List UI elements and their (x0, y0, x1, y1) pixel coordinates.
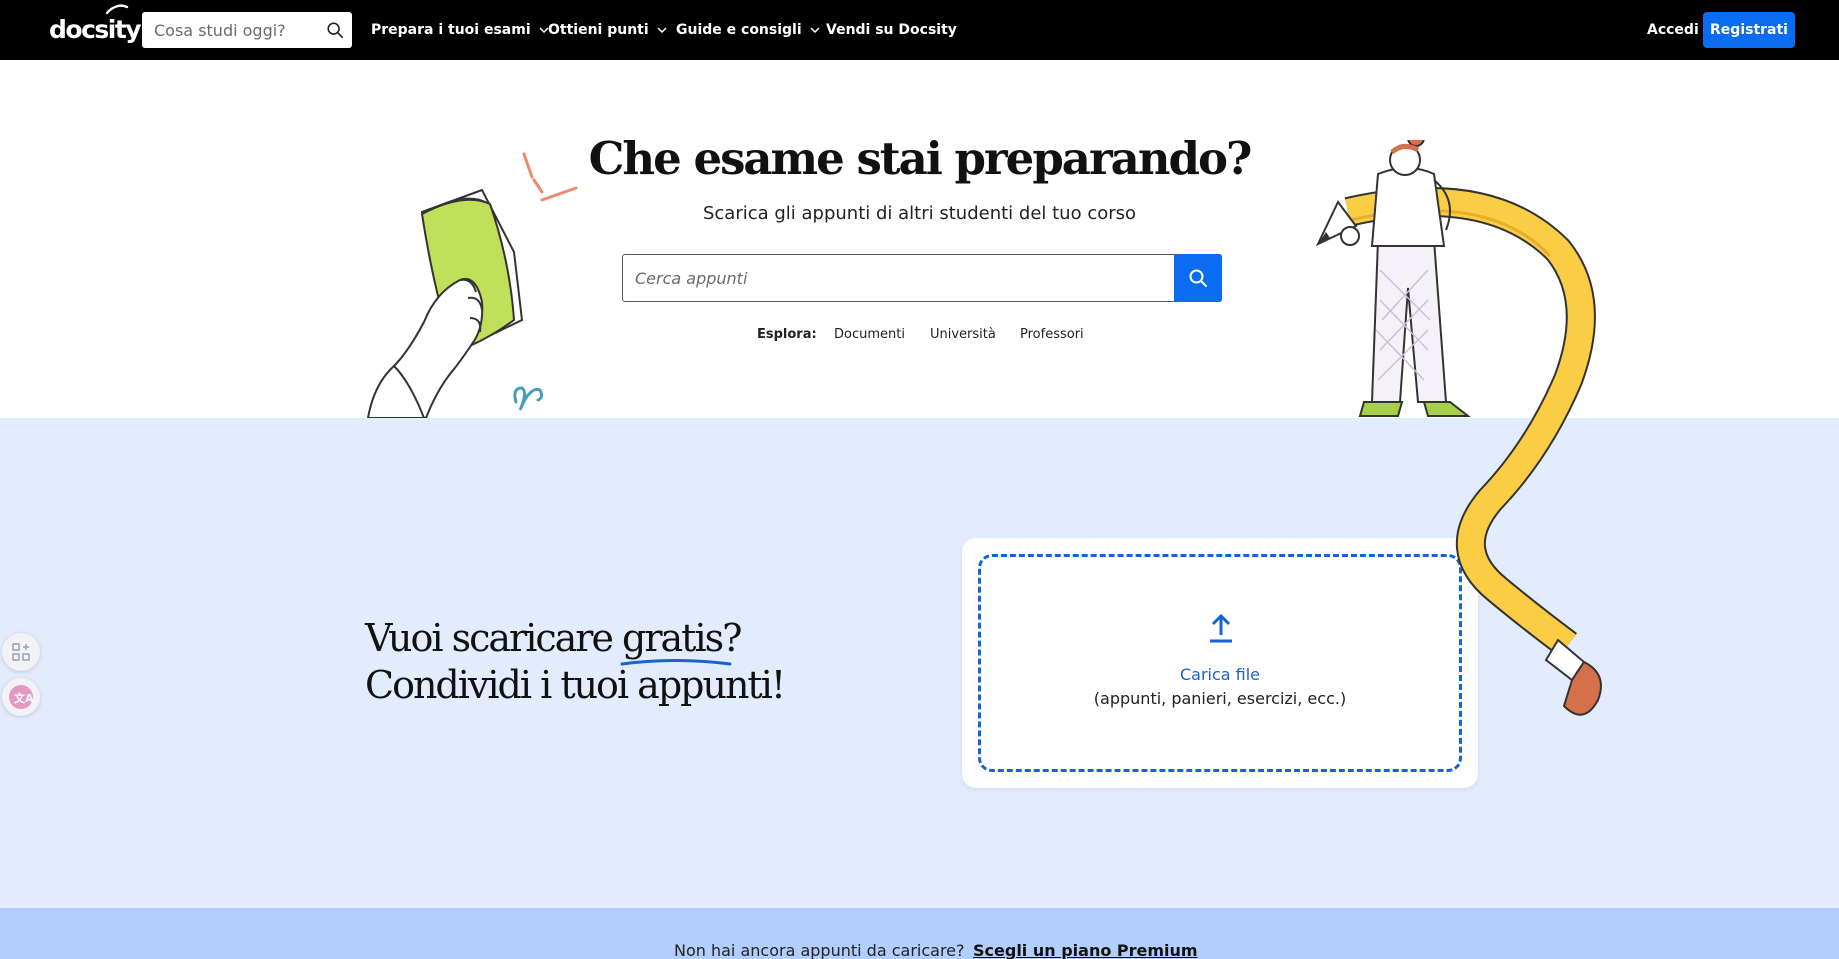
premium-plan-link[interactable]: Scegli un piano Premium (973, 941, 1198, 959)
title-line2: Condividi i tuoi appunti! (365, 663, 786, 707)
header-search-box[interactable] (142, 12, 352, 48)
svg-text:文A: 文A (14, 691, 34, 705)
translate-icon: 文A (9, 685, 34, 709)
chevron-down-icon (657, 27, 667, 33)
notebook-hand-illustration (366, 152, 578, 418)
nav-guide-consigli[interactable]: Guide e consigli (676, 0, 820, 60)
premium-banner-text: Non hai ancora appunti da caricare? (674, 941, 965, 959)
nav-label: Guide e consigli (676, 22, 802, 38)
nav-vendi-su-docsity[interactable]: Vendi su Docsity (826, 0, 957, 60)
explore-link-documenti[interactable]: Documenti (834, 327, 905, 342)
explore-link-professori[interactable]: Professori (1020, 327, 1084, 342)
search-icon (1189, 269, 1207, 287)
explore-label: Esplora: (757, 327, 817, 342)
upload-icon (1210, 613, 1232, 643)
logo-swoosh-icon (105, 4, 129, 15)
login-link[interactable]: Accedi (1647, 0, 1699, 60)
search-icon[interactable] (326, 21, 344, 39)
docsity-logo[interactable]: docsity (49, 4, 142, 54)
header-search-input[interactable] (142, 20, 318, 40)
nav-label: Vendi su Docsity (826, 22, 957, 38)
explore-link-universita[interactable]: Università (930, 327, 996, 342)
apps-icon (12, 643, 30, 661)
person-pencil-illustration (1315, 140, 1602, 716)
nav-prepara-esami[interactable]: Prepara i tuoi esami (371, 0, 549, 60)
nav-label: Ottieni punti (548, 22, 649, 38)
title-highlight: gratis? (622, 616, 742, 660)
upload-section-title: Vuoi scaricare gratis? Condividi i tuoi … (365, 615, 786, 709)
hero-search-box[interactable] (622, 254, 1222, 302)
title-part1: Vuoi scaricare (365, 616, 623, 660)
logo-text: docsity (49, 15, 142, 44)
nav-ottieni-punti[interactable]: Ottieni punti (548, 0, 667, 60)
top-navigation-bar: docsity Prepara i tuoi esami Ottieni pun… (0, 0, 1839, 60)
chevron-down-icon (810, 27, 820, 33)
translate-widget-button[interactable]: 文A (2, 678, 40, 716)
signup-button[interactable]: Registrati (1703, 12, 1795, 48)
nav-label: Prepara i tuoi esami (371, 22, 531, 38)
underline-decoration (620, 659, 732, 666)
premium-banner: Non hai ancora appunti da caricare? Sceg… (0, 908, 1839, 959)
apps-widget-button[interactable] (2, 633, 40, 671)
hero-search-input[interactable] (623, 255, 1163, 301)
hero-search-button[interactable] (1174, 254, 1222, 302)
